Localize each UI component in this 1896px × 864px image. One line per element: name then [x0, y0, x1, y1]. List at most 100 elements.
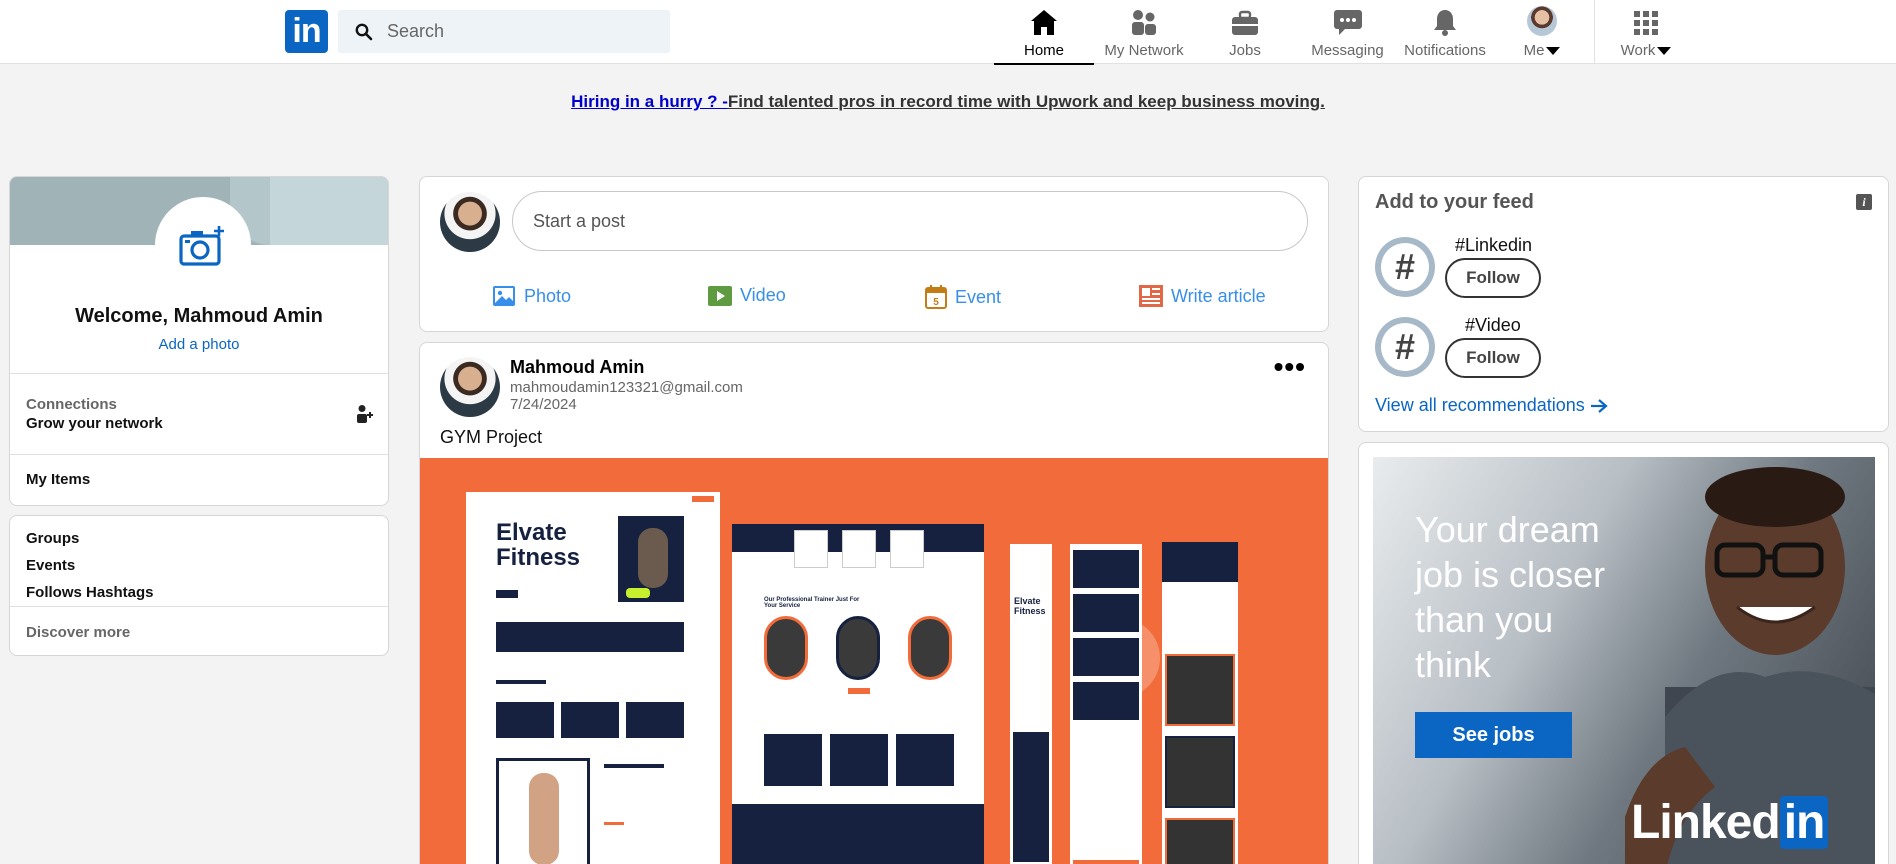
nav-me[interactable]: Me: [1508, 4, 1576, 62]
view-all-label: View all recommendations: [1375, 395, 1585, 415]
view-all-recommendations-link[interactable]: View all recommendations: [1375, 395, 1608, 416]
mockup-mobile-page-2: [1070, 544, 1142, 864]
search-input[interactable]: [387, 21, 657, 42]
promo-banner: Hiring in a hurry ? -Find talented pros …: [0, 92, 1896, 112]
video-icon: [708, 285, 732, 306]
search-bar[interactable]: [338, 10, 670, 53]
chevron-down-icon: [1657, 47, 1672, 56]
chevron-down-icon: [1546, 47, 1561, 56]
nav-messaging[interactable]: Messaging: [1300, 4, 1395, 62]
banner-text[interactable]: Find talented pros in record time with U…: [728, 92, 1325, 111]
ad-headline-line-3: than you: [1415, 599, 1554, 640]
svg-text:5: 5: [933, 297, 939, 308]
home-icon: [1031, 10, 1057, 35]
search-icon: [355, 23, 373, 40]
network-icon: [1132, 10, 1156, 35]
follow-linkedin-button[interactable]: Follow: [1445, 258, 1541, 298]
grid-icon: [1634, 11, 1658, 35]
event-label: Event: [955, 286, 1002, 307]
post-author-avatar[interactable]: [440, 357, 500, 417]
start-post-input[interactable]: Start a post: [512, 191, 1308, 251]
mockup-mobile-page-3: [1162, 542, 1238, 864]
mockup-title: Elvate Fitness: [496, 519, 581, 571]
post-author-name[interactable]: Mahmoud Amin: [510, 357, 644, 378]
hashtag-icon: #: [1375, 317, 1435, 377]
post-text: GYM Project: [440, 427, 543, 447]
ad-headline: Your dream job is closer than you think: [1415, 507, 1605, 687]
hashtag-video[interactable]: #Video: [1465, 315, 1521, 336]
mockup-trainers-page: Our Professional Trainer Just For Your S…: [732, 524, 984, 864]
follow-video-button[interactable]: Follow: [1445, 338, 1541, 378]
mockup-mobile-title: Elvate Fitness: [1014, 596, 1046, 616]
connections-label: Connections: [26, 396, 117, 413]
messaging-icon: [1333, 10, 1362, 35]
nav-home-label: Home: [1023, 42, 1064, 59]
me-avatar: [1527, 6, 1557, 36]
events-link[interactable]: Events: [10, 557, 91, 574]
event-button[interactable]: 5 Event: [925, 285, 1001, 309]
photo-button[interactable]: Photo: [492, 285, 571, 307]
groups-link[interactable]: Groups: [10, 530, 95, 547]
linkedin-logo[interactable]: in: [285, 10, 328, 53]
add-person-icon[interactable]: [356, 404, 374, 424]
nav-divider: [1594, 0, 1595, 63]
discover-card: Groups Events Follows Hashtags Discover …: [9, 515, 389, 656]
banner-link[interactable]: Hiring in a hurry ? -: [571, 92, 728, 111]
nav-me-label: Me: [1523, 42, 1545, 59]
mockup-desktop-page: Elvate Fitness: [466, 492, 720, 864]
post-date: 7/24/2024: [510, 396, 577, 413]
video-button[interactable]: Video: [708, 285, 786, 306]
welcome-heading: Welcome, Mahmoud Amin: [75, 305, 323, 327]
see-jobs-button[interactable]: See jobs: [1415, 712, 1572, 758]
nav-jobs-label: Jobs: [1229, 42, 1261, 59]
ad-image[interactable]: Your dream job is closer than you think …: [1373, 457, 1875, 864]
ad-logo-in: in: [1779, 796, 1829, 849]
ad-headline-line-2: job is closer: [1415, 554, 1606, 595]
hashtag-icon: #: [1375, 237, 1435, 297]
profile-card: Welcome, Mahmoud Amin Add a photo Connec…: [9, 176, 389, 506]
feed-post: Mahmoud Amin mahmoudamin123321@gmail.com…: [419, 342, 1329, 864]
info-icon[interactable]: i: [1856, 194, 1872, 210]
ad-linkedin-logo: Linkedin: [1631, 795, 1829, 850]
add-to-feed-card: Add to your feed i # #Linkedin Follow # …: [1358, 176, 1889, 432]
article-icon: [1139, 285, 1163, 307]
add-photo-link[interactable]: Add a photo: [10, 336, 388, 353]
nav-my-network-label: My Network: [1104, 42, 1184, 59]
mockup-mobile-page-1: Elvate Fitness: [1010, 544, 1052, 864]
mockup-section-title: Our Professional Trainer Just For Your S…: [764, 597, 860, 609]
write-article-label: Write article: [1171, 285, 1266, 306]
my-items-link[interactable]: My Items: [10, 471, 388, 488]
arrow-right-icon: [1590, 399, 1608, 414]
bell-icon: [1434, 10, 1456, 36]
nav-my-network[interactable]: My Network: [1100, 4, 1188, 62]
grow-network-label: Grow your network: [26, 415, 163, 432]
discover-more-link[interactable]: Discover more: [26, 624, 130, 641]
briefcase-icon: [1232, 10, 1258, 35]
composer-avatar: [440, 192, 500, 252]
connections-row[interactable]: Connections Grow your network: [10, 374, 388, 454]
nav-messaging-label: Messaging: [1311, 42, 1384, 59]
photo-label: Photo: [524, 285, 572, 306]
write-article-button[interactable]: Write article: [1139, 285, 1266, 307]
feed-title: Add to your feed: [1375, 191, 1534, 213]
ad-headline-line-4: think: [1415, 644, 1492, 685]
nav-work[interactable]: Work: [1610, 4, 1682, 62]
ad-headline-line-1: Your dream: [1415, 509, 1600, 550]
post-image[interactable]: Elvate Fitness Our Professional Trainer …: [420, 458, 1328, 864]
nav-notifications[interactable]: Notifications: [1395, 4, 1495, 62]
post-author-email: mahmoudamin123321@gmail.com: [510, 379, 743, 396]
more-options-icon[interactable]: •••: [1274, 351, 1306, 383]
post-composer: Start a post Photo Video 5 Event Write a…: [419, 176, 1329, 332]
video-label: Video: [740, 285, 786, 305]
top-navbar: in Home My Network Jobs Messaging Notifi…: [0, 0, 1896, 65]
photo-icon: [493, 286, 515, 306]
profile-photo[interactable]: [155, 197, 251, 293]
ad-logo-text: Linked: [1631, 796, 1781, 849]
nav-notifications-label: Notifications: [1404, 42, 1486, 59]
nav-jobs[interactable]: Jobs: [1205, 4, 1285, 62]
hashtag-linkedin[interactable]: #Linkedin: [1455, 235, 1532, 256]
calendar-icon: 5: [925, 285, 947, 309]
follows-hashtags-link[interactable]: Follows Hashtags: [10, 584, 170, 601]
nav-home[interactable]: Home: [994, 4, 1094, 65]
nav-work-label: Work: [1620, 42, 1656, 59]
